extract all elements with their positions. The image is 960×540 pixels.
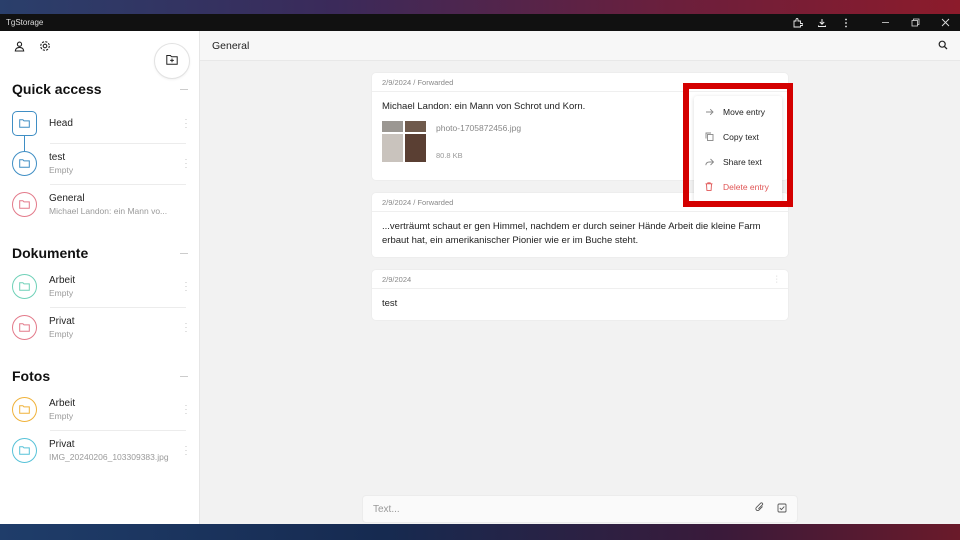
settings-icon[interactable]	[38, 39, 52, 53]
item-menu-icon[interactable]: · · ·	[182, 155, 190, 172]
item-name: Head	[49, 117, 73, 129]
checkbox-icon[interactable]	[777, 500, 787, 518]
item-menu-icon[interactable]: · · ·	[182, 319, 190, 336]
item-name: Arbeit	[49, 397, 76, 409]
entry-meta: 2/9/2024 / Forwarded	[382, 77, 454, 87]
entry-meta: 2/9/2024 / Forwarded	[382, 197, 454, 207]
app-title: TgStorage	[6, 18, 44, 27]
folder-icon	[12, 110, 37, 136]
item-name: Privat	[49, 438, 75, 450]
file-name: photo-1705872456.jpg	[436, 123, 522, 133]
item-name: test	[49, 151, 66, 163]
app-window: TgStorage Quick access Head · · · test E…	[0, 14, 960, 524]
item-name: Arbeit	[49, 274, 76, 286]
highlight-annotation	[683, 83, 793, 207]
item-name: Privat	[49, 315, 75, 327]
desktop-background-top	[0, 0, 960, 14]
folder-icon	[12, 396, 37, 422]
section-title: Fotos	[12, 368, 51, 384]
item-menu-icon[interactable]: · · ·	[182, 401, 190, 418]
section-quick-access: Quick access	[12, 81, 188, 97]
item-subtitle: Empty	[49, 164, 74, 175]
sidebar-item-general[interactable]: General Michael Landon: ein Mann vo...	[12, 185, 190, 223]
item-subtitle: IMG_20240206_103309383.jpg	[49, 451, 169, 462]
extension-icon[interactable]	[786, 14, 810, 31]
item-subtitle: Michael Landon: ein Mann vo...	[49, 205, 168, 216]
sidebar: Quick access Head · · · test Empty · · ·…	[0, 31, 200, 524]
entry-card[interactable]: 2/9/2024 · · · test	[372, 270, 788, 320]
sidebar-item-privat[interactable]: Privat IMG_20240206_103309383.jpg · · ·	[12, 431, 190, 469]
sidebar-item-head[interactable]: Head · · ·	[12, 104, 190, 142]
section-fotos: Fotos	[12, 368, 188, 384]
sidebar-item-test[interactable]: test Empty · · ·	[12, 144, 190, 182]
section-dokumente: Dokumente	[12, 245, 188, 261]
taskbar	[0, 524, 960, 540]
item-subtitle: Empty	[49, 410, 74, 421]
more-vert-icon[interactable]	[834, 14, 858, 31]
restore-button[interactable]	[900, 14, 930, 31]
item-subtitle: Empty	[49, 287, 74, 298]
folder-icon	[12, 150, 37, 176]
folder-icon	[12, 314, 37, 340]
minimize-button[interactable]	[870, 14, 900, 31]
item-name: General	[49, 192, 85, 204]
entry-text: test	[382, 298, 398, 309]
search-icon[interactable]	[938, 37, 948, 55]
title-bar: TgStorage	[0, 14, 960, 31]
folder-icon	[12, 273, 37, 299]
close-button[interactable]	[930, 14, 960, 31]
item-menu-icon[interactable]: · · ·	[182, 442, 190, 459]
message-composer	[362, 495, 798, 523]
page-title: General	[212, 39, 250, 52]
item-menu-icon[interactable]: · · ·	[182, 278, 190, 295]
attach-icon[interactable]	[755, 500, 765, 518]
section-title: Quick access	[12, 81, 102, 97]
entry-meta: 2/9/2024	[382, 274, 412, 284]
entry-text: ...verträumt schaut er gen Himmel, nachd…	[382, 221, 761, 246]
text-input[interactable]	[373, 503, 673, 515]
sidebar-item-arbeit[interactable]: Arbeit Empty · · ·	[12, 267, 190, 305]
photo-thumbnails	[382, 121, 426, 163]
section-title: Dokumente	[12, 245, 89, 261]
item-menu-icon[interactable]: · · ·	[182, 115, 190, 132]
download-icon[interactable]	[810, 14, 834, 31]
main-panel: General 2/9/2024 / Forwarded Michael Lan…	[200, 31, 960, 524]
file-size: 80.8 KB	[436, 151, 463, 160]
add-folder-icon	[166, 52, 178, 70]
folder-icon	[12, 437, 37, 463]
main-header: General	[200, 31, 960, 61]
item-subtitle: Empty	[49, 328, 74, 339]
new-folder-button[interactable]	[154, 43, 190, 79]
user-icon[interactable]	[12, 39, 26, 53]
folder-icon	[12, 191, 37, 217]
entry-menu-icon[interactable]: ···	[776, 273, 778, 286]
sidebar-item-privat[interactable]: Privat Empty · · ·	[12, 308, 190, 346]
sidebar-item-arbeit[interactable]: Arbeit Empty · · ·	[12, 390, 190, 428]
